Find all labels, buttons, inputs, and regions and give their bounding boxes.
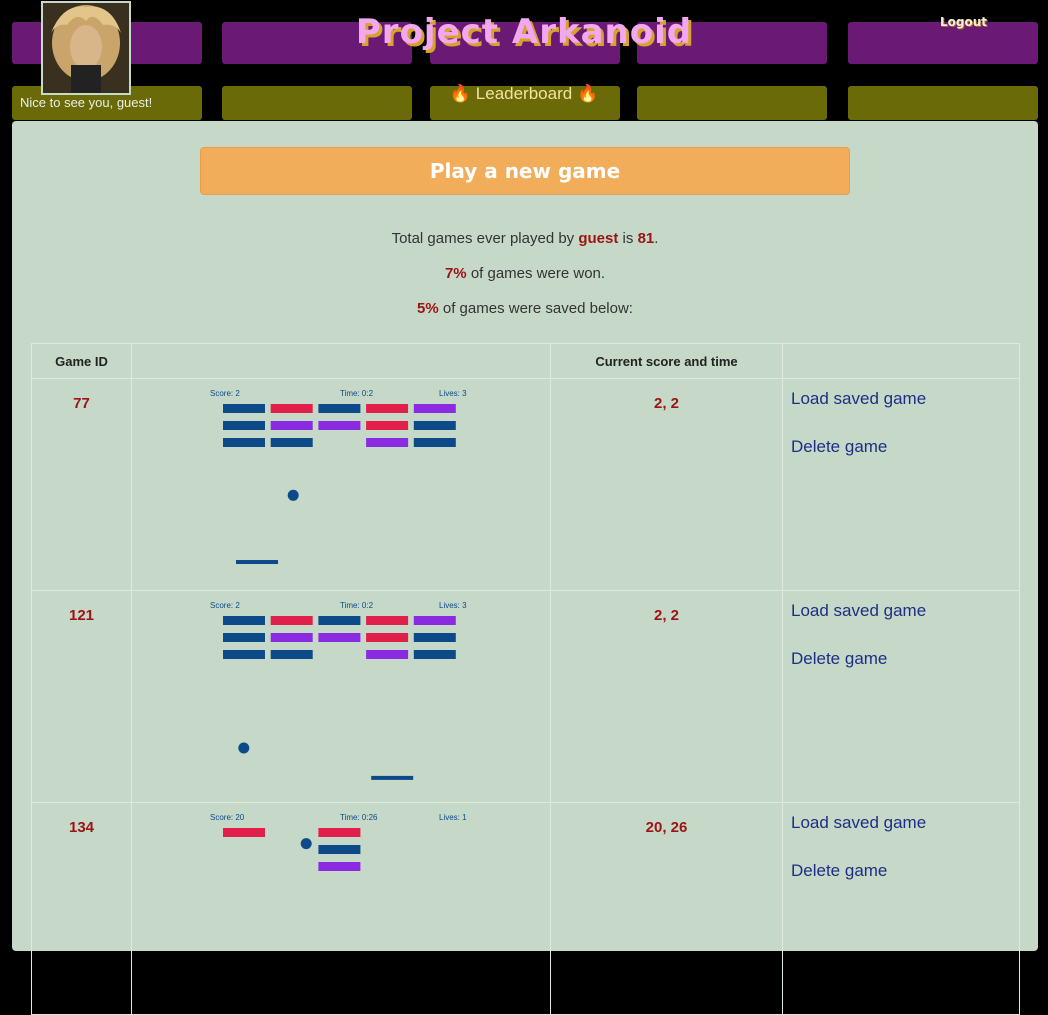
brick [366, 421, 409, 430]
brick [366, 438, 409, 447]
score-and-time: 20, 26 [550, 802, 783, 1015]
brick [270, 438, 313, 447]
brick [223, 633, 265, 642]
brick [270, 404, 313, 413]
col-header-actions [782, 343, 1020, 379]
stat-text: of games were saved below: [442, 300, 633, 317]
total-count: 81 [637, 230, 655, 247]
paddle [371, 775, 414, 780]
saved-games-table: Game ID Current score and time 77 Score: … [31, 343, 1020, 1015]
score-and-time: 2, 2 [550, 590, 783, 803]
brick [318, 404, 361, 413]
brick [223, 650, 265, 659]
brick [413, 404, 456, 413]
score-and-time: 2, 2 [550, 378, 783, 591]
flame-icon: 🔥 [449, 84, 472, 103]
brick [223, 421, 265, 430]
game-preview-canvas: Score: 20 Time: 0:26 Lives: 1 [210, 813, 467, 871]
game-preview-canvas: Score: 2 Time: 0:2 Lives: 3 [210, 389, 467, 565]
game-id: 77 [31, 378, 132, 591]
delete-game-link[interactable]: Delete game [791, 437, 1018, 457]
brick [270, 421, 313, 430]
brick [413, 438, 456, 447]
brick [223, 404, 265, 413]
won-percent: 7% [444, 265, 467, 282]
preview-time-text: Time: 0:26 [340, 813, 378, 822]
brick [366, 650, 409, 659]
brick [413, 650, 456, 659]
preview-lives-text: Lives: 3 [439, 601, 467, 610]
brick [318, 633, 361, 642]
stat-text: of games were won. [470, 265, 606, 282]
stat-text: is [622, 230, 634, 247]
game-preview-canvas: Score: 2 Time: 0:2 Lives: 3 [210, 601, 467, 780]
brick [318, 862, 361, 871]
app-title: Project Arkanoid [355, 12, 693, 52]
brick [223, 616, 265, 625]
brick [413, 633, 456, 642]
brick [413, 616, 456, 625]
preview-lives-text: Lives: 1 [439, 813, 467, 822]
game-preview: Score: 2 Time: 0:2 Lives: 3 [131, 590, 551, 803]
leaderboard-label: Leaderboard [475, 84, 573, 103]
preview-time-text: Time: 0:2 [340, 389, 374, 398]
username: guest [578, 230, 619, 247]
table-row: 77 Score: 2 Time: 0:2 Lives: 3 2, 2 Load save… [31, 378, 1020, 591]
preview-score-text: Score: 2 [210, 601, 240, 610]
preview-lives-text: Lives: 3 [439, 389, 467, 398]
brick [270, 616, 313, 625]
preview-score-text: Score: 2 [210, 389, 240, 398]
game-id: 134 [31, 802, 132, 1015]
brick [366, 616, 409, 625]
delete-game-link[interactable]: Delete game [791, 649, 1018, 669]
delete-game-link[interactable]: Delete game [791, 861, 1018, 881]
col-header-preview [131, 343, 551, 379]
brick [318, 828, 361, 837]
load-saved-game-link[interactable]: Load saved game [791, 601, 1018, 621]
game-id: 121 [31, 590, 132, 803]
leaderboard-link[interactable]: 🔥 Leaderboard 🔥 [0, 84, 1048, 104]
paddle [236, 560, 278, 565]
col-header-game-id: Game ID [31, 343, 132, 379]
preview-time-text: Time: 0:2 [340, 601, 374, 610]
won-stat: 7% of games were won. [12, 265, 1038, 282]
brick [270, 633, 313, 642]
table-row: 121 Score: 2 Time: 0:2 Lives: 3 2, 2 Load sav… [31, 590, 1020, 803]
game-preview: Score: 20 Time: 0:26 Lives: 1 [131, 802, 551, 1015]
table-row: 134 Score: 20 Time: 0:26 Lives: 1 20, 26 Load… [31, 802, 1020, 1015]
saved-percent: 5% [417, 300, 439, 317]
brick [270, 650, 313, 659]
load-saved-game-link[interactable]: Load saved game [791, 813, 1018, 833]
brick [318, 845, 361, 854]
brick [223, 438, 265, 447]
game-preview: Score: 2 Time: 0:2 Lives: 3 [131, 378, 551, 591]
ball [238, 742, 250, 754]
row-actions: Load saved game Delete game [782, 378, 1020, 591]
saved-stat: 5% of games were saved below: [12, 300, 1038, 317]
total-games-stat: Total games ever played by guest is 81. [12, 230, 1038, 247]
flame-icon: 🔥 [576, 84, 599, 103]
load-saved-game-link[interactable]: Load saved game [791, 389, 1018, 409]
row-actions: Load saved game Delete game [782, 802, 1020, 1015]
brick [223, 828, 265, 837]
row-actions: Load saved game Delete game [782, 590, 1020, 803]
main-panel: Play a new game Total games ever played … [12, 121, 1038, 1015]
stat-text: Total games ever played by [391, 230, 575, 247]
logout-button[interactable]: Logout [940, 15, 987, 29]
brick [413, 421, 456, 430]
stat-text: . [654, 230, 659, 247]
preview-score-text: Score: 20 [210, 813, 245, 822]
col-header-score-time: Current score and time [550, 343, 783, 379]
brick [318, 421, 361, 430]
ball [287, 489, 299, 501]
brick [366, 633, 409, 642]
header: Nice to see you, guest! Project Arkanoid… [0, 0, 1048, 122]
brick [318, 616, 361, 625]
ball [300, 838, 312, 850]
play-new-game-button[interactable]: Play a new game [200, 147, 850, 195]
table-header-row: Game ID Current score and time [31, 343, 1020, 379]
brick [366, 404, 409, 413]
